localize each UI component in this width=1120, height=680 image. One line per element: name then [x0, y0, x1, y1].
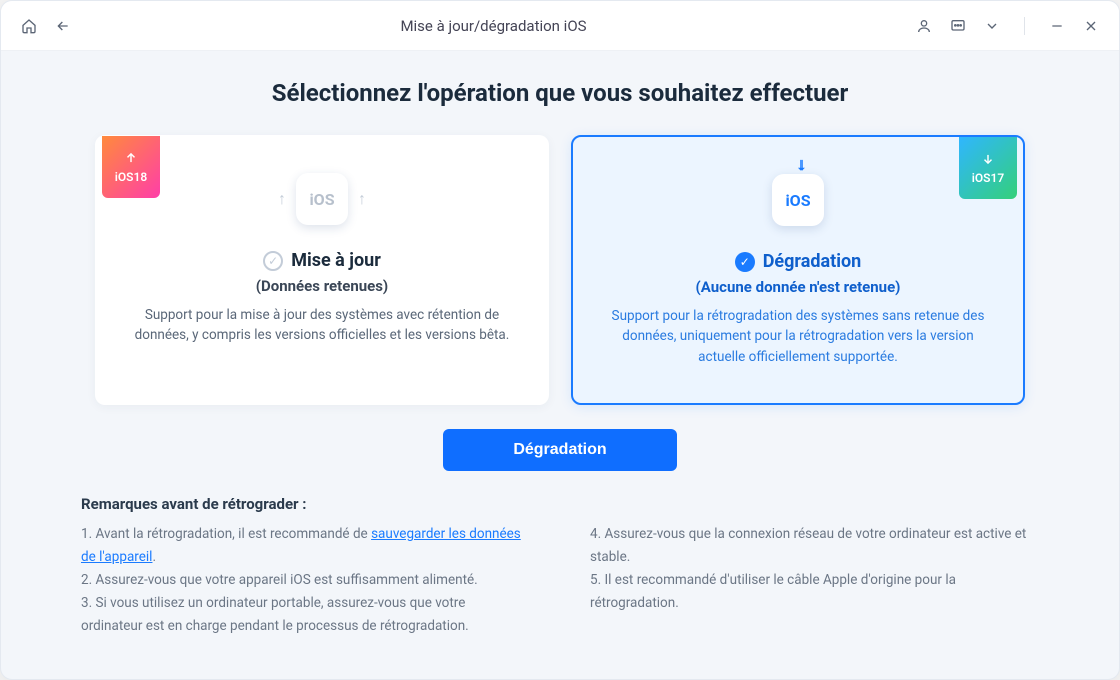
- note-2: 2. Assurez-vous que votre appareil iOS e…: [81, 569, 530, 592]
- downgrade-title: Dégradation: [763, 251, 862, 272]
- radio-checked-icon: ✓: [735, 252, 755, 272]
- notes-columns: 1. Avant la rétrogradation, il est recom…: [81, 523, 1039, 638]
- notes-col-right: 4. Assurez-vous que la connexion réseau …: [590, 523, 1039, 638]
- note-1: 1. Avant la rétrogradation, il est recom…: [81, 523, 530, 569]
- radio-unchecked-icon: ✓: [263, 251, 283, 271]
- titlebar-right: [916, 17, 1099, 35]
- update-subtitle: (Données retenues): [256, 277, 388, 295]
- user-icon[interactable]: [916, 18, 932, 34]
- home-icon[interactable]: [21, 18, 37, 34]
- main-content: Sélectionnez l'opération que vous souhai…: [1, 51, 1119, 679]
- primary-action-button[interactable]: Dégradation: [443, 429, 676, 471]
- update-title: Mise à jour: [291, 250, 381, 271]
- card-update[interactable]: iOS18 ↑ iOS ↑ ✓ Mise à jour (Données ret…: [95, 135, 549, 405]
- window-title: Mise à jour/dégradation iOS: [71, 17, 916, 35]
- card-downgrade[interactable]: iOS17 ↓↓↓ iOS ✓ Dégradation (Aucune donn…: [571, 135, 1025, 405]
- titlebar-left: [21, 18, 71, 34]
- notes-col-left: 1. Avant la rétrogradation, il est recom…: [81, 523, 530, 638]
- note-4: 4. Assurez-vous que la connexion réseau …: [590, 523, 1039, 569]
- minimize-icon[interactable]: [1049, 18, 1065, 34]
- ribbon-update: iOS18: [102, 136, 160, 198]
- ribbon-update-label: iOS18: [115, 170, 147, 184]
- option-cards: iOS18 ↑ iOS ↑ ✓ Mise à jour (Données ret…: [81, 135, 1039, 405]
- downgrade-desc: Support pour la rétrogradation des systè…: [601, 306, 995, 367]
- update-desc: Support pour la mise à jour des systèmes…: [124, 305, 520, 346]
- note-1-post: .: [152, 549, 156, 565]
- ribbon-arrow-down-icon: [981, 152, 995, 169]
- feedback-icon[interactable]: [950, 18, 966, 34]
- update-title-row: ✓ Mise à jour: [263, 250, 381, 271]
- notes-title: Remarques avant de rétrograder :: [81, 495, 1039, 513]
- downgrade-illustration-icon: ↓↓↓ iOS: [758, 167, 838, 233]
- app-window: Mise à jour/dégradation iOS Sélectionnez…: [0, 0, 1120, 680]
- notes-section: Remarques avant de rétrograder : 1. Avan…: [81, 495, 1039, 638]
- back-icon[interactable]: [55, 18, 71, 34]
- close-icon[interactable]: [1083, 18, 1099, 34]
- note-1-pre: 1. Avant la rétrogradation, il est recom…: [81, 526, 371, 542]
- downgrade-subtitle: (Aucune donnée n'est retenue): [696, 278, 901, 296]
- titlebar-separator: [1024, 17, 1025, 35]
- downgrade-title-row: ✓ Dégradation: [735, 251, 862, 272]
- ribbon-arrow-up-icon: [124, 151, 138, 168]
- note-5: 5. Il est recommandé d'utiliser le câble…: [590, 569, 1039, 615]
- update-illustration-icon: ↑ iOS ↑: [282, 166, 362, 232]
- ribbon-downgrade: iOS17: [959, 137, 1017, 199]
- page-heading: Sélectionnez l'opération que vous souhai…: [81, 79, 1039, 107]
- titlebar: Mise à jour/dégradation iOS: [1, 1, 1119, 51]
- ribbon-downgrade-label: iOS17: [972, 171, 1004, 185]
- chevron-down-icon[interactable]: [984, 18, 1000, 34]
- note-3: 3. Si vous utilisez un ordinateur portab…: [81, 592, 530, 638]
